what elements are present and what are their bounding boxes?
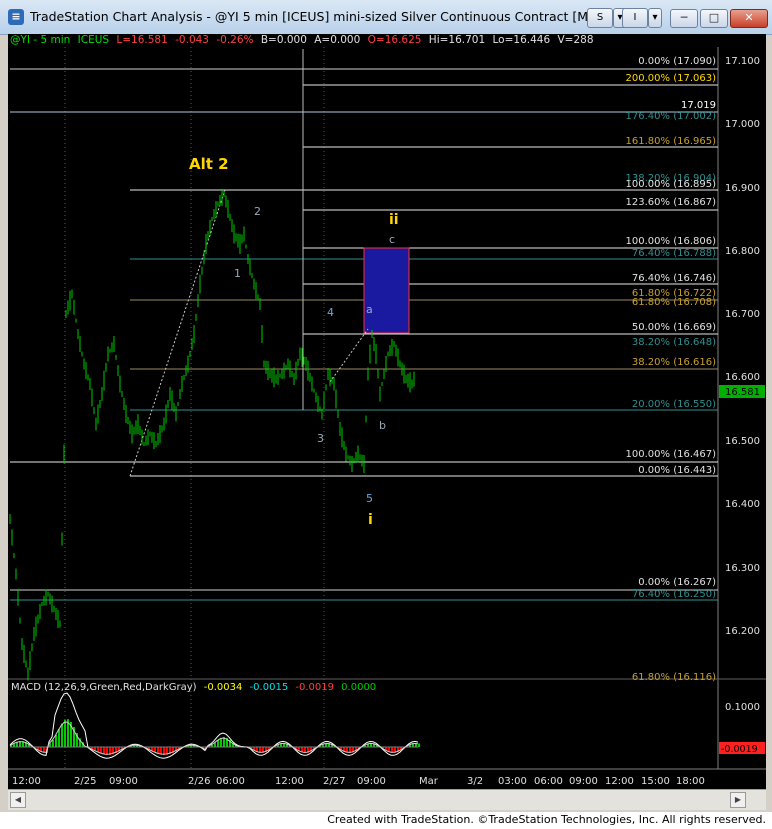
- time-tick: 09:00: [109, 776, 138, 787]
- title-bar: ≡ TradeStation Chart Analysis - @YI 5 mi…: [0, 0, 772, 35]
- price-chart[interactable]: Alt 2 1 2 3 4 5 i ii a b c 0.00% (17.090…: [8, 34, 766, 789]
- wave-i-label: i: [368, 512, 373, 528]
- wave-b-label: b: [379, 419, 386, 432]
- copyright-text: Created with TradeStation. ©TradeStation…: [327, 813, 766, 826]
- fib-label: 123.60% (16.867): [626, 197, 717, 208]
- fib-label: 50.00% (16.669): [632, 322, 716, 333]
- price-tick: 16.300: [725, 563, 760, 574]
- price-tick: 16.600: [725, 372, 760, 383]
- close-button[interactable]: ✕: [730, 9, 768, 28]
- target-box: [363, 247, 410, 334]
- last-price-label: 16.581: [725, 387, 760, 398]
- macd-value: -0.0034: [203, 682, 243, 693]
- i-dropdown-button[interactable]: ▾: [648, 8, 662, 28]
- scroll-left-icon[interactable]: ◀: [10, 792, 26, 808]
- fib-label: 20.00% (16.550): [632, 399, 716, 410]
- i-button[interactable]: I: [622, 8, 648, 28]
- fib-label: 176.40% (17.002): [626, 111, 717, 122]
- fib-label: 0.00% (16.267): [638, 577, 716, 588]
- chevron-down-icon: ▾: [652, 12, 658, 23]
- footer: Created with TradeStation. ©TradeStation…: [0, 812, 772, 829]
- chart-window[interactable]: @YI - 5 min ICEUS L=16.581 -0.043 -0.26%…: [8, 34, 766, 810]
- macd-bar: [58, 729, 60, 747]
- time-tick: 2/25: [74, 776, 96, 787]
- i-button-label: I: [633, 12, 637, 23]
- window-title: TradeStation Chart Analysis - @YI 5 min …: [30, 9, 624, 24]
- close-icon: ✕: [744, 11, 754, 24]
- price-tick: 16.400: [725, 499, 760, 510]
- macd-bar: [61, 723, 63, 747]
- price-bars: [9, 188, 415, 681]
- time-tick: 03:00: [498, 776, 527, 787]
- fib-label: 61.80% (16.708): [632, 297, 716, 308]
- scroll-right-icon[interactable]: ▶: [730, 792, 746, 808]
- time-tick: 18:00: [676, 776, 705, 787]
- macd-zero-value: 0.0000: [341, 682, 377, 693]
- price-tick: 16.800: [725, 246, 760, 257]
- fib-label: 76.40% (16.746): [632, 273, 716, 284]
- s-button-label: S: [596, 12, 604, 23]
- time-tick: 09:00: [357, 776, 386, 787]
- s-button[interactable]: S: [587, 8, 613, 28]
- time-tick: 3/2: [467, 776, 483, 787]
- time-tick: 12:00: [12, 776, 41, 787]
- macd-bar: [418, 743, 420, 747]
- minimize-button[interactable]: ─: [670, 9, 698, 28]
- macd-bar: [64, 719, 66, 747]
- price-tick: 16.200: [725, 626, 760, 637]
- price-tick: 16.900: [725, 183, 760, 194]
- minimize-icon: ─: [680, 11, 688, 24]
- wave-2-label: 2: [254, 205, 261, 218]
- macd-bar: [55, 734, 57, 747]
- fib-label: 38.20% (16.648): [632, 337, 716, 348]
- wave-trendline: [329, 328, 369, 383]
- wave-3-label: 3: [317, 432, 324, 445]
- time-tick: 12:00: [605, 776, 634, 787]
- time-tick: Mar: [419, 776, 439, 787]
- macd-diff-value: -0.0019: [295, 682, 334, 693]
- wave-trendline: [129, 189, 226, 477]
- time-axis: 12:00 2/25 09:00 2/26 06:00 12:00 2/27 0…: [12, 776, 705, 787]
- fib-label: 200.00% (17.063): [626, 73, 717, 84]
- wave-5-label: 5: [366, 492, 373, 505]
- price-tick: 17.100: [725, 56, 760, 67]
- time-tick: 06:00: [534, 776, 563, 787]
- time-tick: 2/27: [323, 776, 345, 787]
- macd-signal-value: -0.0015: [249, 682, 289, 693]
- tradestation-app-icon: ≡: [8, 9, 24, 25]
- fib-label: 61.80% (16.116): [632, 672, 716, 683]
- fib-label: 100.00% (16.467): [626, 449, 717, 460]
- price-tick: 16.500: [725, 436, 760, 447]
- time-tick: 2/26: [188, 776, 210, 787]
- fib-label: 17.019: [681, 100, 716, 111]
- wave-ii-label: ii: [389, 212, 399, 228]
- fib-label: 0.00% (16.443): [638, 465, 716, 476]
- time-tick: 06:00: [216, 776, 245, 787]
- maximize-button[interactable]: □: [700, 9, 728, 28]
- wave-1-label: 1: [234, 267, 241, 280]
- time-tick: 09:00: [569, 776, 598, 787]
- fib-label: 100.00% (16.895): [626, 179, 717, 190]
- macd-last-label: -0.0019: [721, 744, 758, 755]
- fib-label: 38.20% (16.616): [632, 357, 716, 368]
- horizontal-scrollbar[interactable]: ◀ ▶: [8, 789, 766, 810]
- fib-label: 0.00% (17.090): [638, 56, 716, 67]
- fib-label: 76.40% (16.250): [632, 589, 716, 600]
- price-tick: 17.000: [725, 119, 760, 130]
- fib-label: 76.40% (16.788): [632, 248, 716, 259]
- fib-label: 161.80% (16.965): [626, 136, 717, 147]
- maximize-icon: □: [708, 11, 720, 24]
- price-tick: 16.700: [725, 309, 760, 320]
- wave-c-label: c: [389, 233, 395, 246]
- time-tick: 15:00: [641, 776, 670, 787]
- wave-a-label: a: [366, 303, 373, 316]
- price-axis: 17.100 17.000 16.900 16.800 16.700 16.60…: [725, 56, 760, 637]
- wave-4-label: 4: [327, 306, 334, 319]
- fib-label: 100.00% (16.806): [626, 236, 717, 247]
- macd-title: MACD (12,26,9,Green,Red,DarkGray): [11, 682, 197, 693]
- time-tick: 12:00: [275, 776, 304, 787]
- macd-axis-tick: 0.1000: [725, 702, 760, 713]
- alt2-label: Alt 2: [189, 155, 229, 173]
- macd-status-line: MACD (12,26,9,Green,Red,DarkGray) -0.003…: [11, 682, 380, 694]
